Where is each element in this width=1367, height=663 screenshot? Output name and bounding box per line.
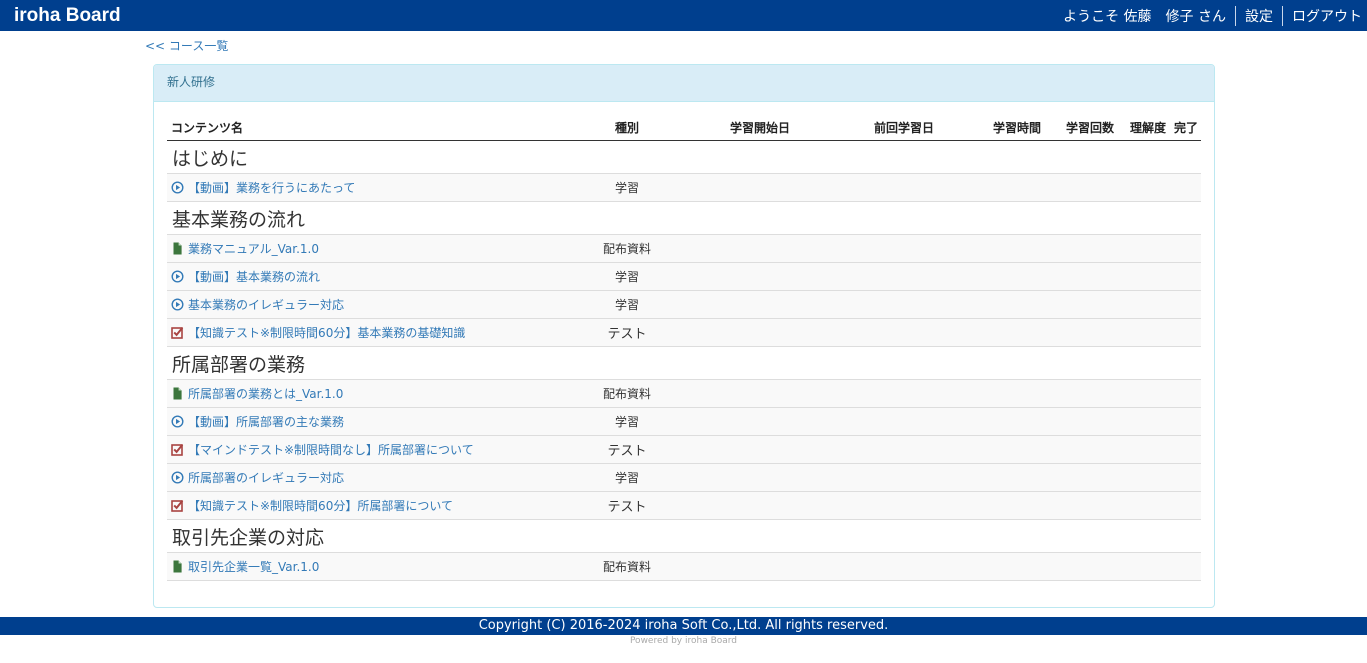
table-header: コンテンツ名 種別 学習開始日 前回学習日 学習時間 学習回数 理解度 完了 (167, 114, 1201, 141)
col-header-start: 学習開始日 (729, 120, 790, 135)
content-link[interactable]: 業務マニュアル_Var.1.0 (188, 240, 319, 257)
copyright-text: Copyright (C) 2016-2024 iroha Soft Co.,L… (478, 618, 889, 633)
table-row: 取引先企業一覧_Var.1.0 配布資料 (167, 553, 1201, 581)
logout-link[interactable]: ログアウト (1283, 6, 1367, 26)
back-to-course-list-link[interactable]: << コース一覧 (145, 37, 228, 54)
table-row: 業務マニュアル_Var.1.0 配布資料 (167, 235, 1201, 263)
col-header-count: 学習回数 (1065, 120, 1114, 135)
contents-table: コンテンツ名 種別 学習開始日 前回学習日 学習時間 学習回数 理解度 完了 は… (167, 114, 1201, 581)
content-link[interactable]: 【知識テスト※制限時間60分】所属部署について (188, 497, 453, 514)
file-icon (171, 242, 184, 255)
content-kind: 学習 (614, 270, 639, 284)
check-square-icon (171, 443, 184, 456)
play-circle-icon (171, 471, 184, 484)
brand-logo[interactable]: iroha Board (0, 5, 121, 27)
content-link[interactable]: 所属部署のイレギュラー対応 (188, 469, 344, 486)
content-link[interactable]: 基本業務のイレギュラー対応 (188, 296, 344, 313)
play-circle-icon (171, 270, 184, 283)
content-name-cell: 取引先企業一覧_Var.1.0 (167, 558, 563, 575)
table-row: 【動画】所属部署の主な業務 学習 (167, 408, 1201, 436)
file-icon (171, 560, 184, 573)
content-name-cell: 【動画】基本業務の流れ (167, 268, 563, 285)
content-link[interactable]: 【動画】所属部署の主な業務 (188, 413, 344, 430)
table-row: 所属部署のイレギュラー対応 学習 (167, 464, 1201, 492)
col-header-done: 完了 (1173, 120, 1198, 135)
content-name-cell: 基本業務のイレギュラー対応 (167, 296, 563, 313)
play-circle-icon (171, 415, 184, 428)
content-kind: テスト (607, 444, 647, 459)
course-panel: 新人研修 コンテンツ名 種別 学習開始日 前回学習日 学習時間 学習回数 理解度… (153, 64, 1215, 608)
course-title: 新人研修 (154, 65, 1214, 102)
content-kind: 学習 (614, 181, 639, 195)
col-header-name: コンテンツ名 (171, 120, 244, 135)
content-kind: 配布資料 (602, 242, 651, 256)
check-square-icon (171, 499, 184, 512)
content-kind: テスト (607, 327, 647, 342)
table-row: 【動画】基本業務の流れ 学習 (167, 263, 1201, 291)
content-name-cell: 業務マニュアル_Var.1.0 (167, 240, 563, 257)
content-link[interactable]: 【動画】基本業務の流れ (188, 268, 320, 285)
table-row: 所属部署の業務とは_Var.1.0 配布資料 (167, 380, 1201, 408)
content-name-cell: 【動画】業務を行うにあたって (167, 179, 563, 196)
section-heading: 取引先企業の対応 (167, 520, 1201, 553)
table-row: 【マインドテスト※制限時間なし】所属部署について テスト (167, 436, 1201, 464)
content-kind: 学習 (614, 298, 639, 312)
play-circle-icon (171, 298, 184, 311)
table-body: はじめに 【動画】業務を行うにあたって 学習 基本業務の流れ 業務マニュアル_Var.1… (167, 141, 1201, 581)
content-kind: 学習 (614, 415, 639, 429)
content-name-cell: 所属部署のイレギュラー対応 (167, 469, 563, 486)
section-heading: はじめに (167, 141, 1201, 174)
col-header-last: 前回学習日 (873, 120, 934, 135)
content-link[interactable]: 【マインドテスト※制限時間なし】所属部署について (188, 441, 474, 458)
check-square-icon (171, 326, 184, 339)
content-name-cell: 【マインドテスト※制限時間なし】所属部署について (167, 441, 563, 458)
col-header-time: 学習時間 (992, 120, 1041, 135)
table-row: 【知識テスト※制限時間60分】所属部署について テスト (167, 492, 1201, 520)
content-link[interactable]: 所属部署の業務とは_Var.1.0 (188, 385, 343, 402)
content-name-cell: 【知識テスト※制限時間60分】所属部署について (167, 497, 563, 514)
table-row: 基本業務のイレギュラー対応 学習 (167, 291, 1201, 319)
col-header-understanding: 理解度 (1129, 120, 1166, 135)
content-name-cell: 【知識テスト※制限時間60分】基本業務の基礎知識 (167, 324, 563, 341)
section-heading: 所属部署の業務 (167, 347, 1201, 380)
top-navbar: iroha Board ようこそ 佐藤 修子 さん 設定 ログアウト (0, 0, 1367, 31)
col-header-kind: 種別 (614, 120, 639, 135)
content-name-cell: 【動画】所属部署の主な業務 (167, 413, 563, 430)
footer-bar: Copyright (C) 2016-2024 iroha Soft Co.,L… (0, 617, 1367, 635)
settings-link[interactable]: 設定 (1236, 6, 1282, 26)
play-circle-icon (171, 181, 184, 194)
file-icon (171, 387, 184, 400)
content-kind: 学習 (614, 471, 639, 485)
content-link[interactable]: 【動画】業務を行うにあたって (188, 179, 355, 196)
content-kind: 配布資料 (602, 387, 651, 401)
welcome-text: ようこそ 佐藤 修子 さん (1063, 8, 1226, 25)
table-row: 【知識テスト※制限時間60分】基本業務の基礎知識 テスト (167, 319, 1201, 347)
table-row: 【動画】業務を行うにあたって 学習 (167, 174, 1201, 202)
header-nav: ようこそ 佐藤 修子 さん 設定 ログアウト (1063, 0, 1367, 31)
powered-by-text: Powered by iroha Board (629, 636, 738, 646)
content-name-cell: 所属部署の業務とは_Var.1.0 (167, 385, 563, 402)
content-link[interactable]: 取引先企業一覧_Var.1.0 (188, 558, 319, 575)
section-heading: 基本業務の流れ (167, 202, 1201, 235)
content-link[interactable]: 【知識テスト※制限時間60分】基本業務の基礎知識 (188, 324, 465, 341)
content-kind: テスト (607, 500, 647, 515)
content-kind: 配布資料 (602, 560, 651, 574)
